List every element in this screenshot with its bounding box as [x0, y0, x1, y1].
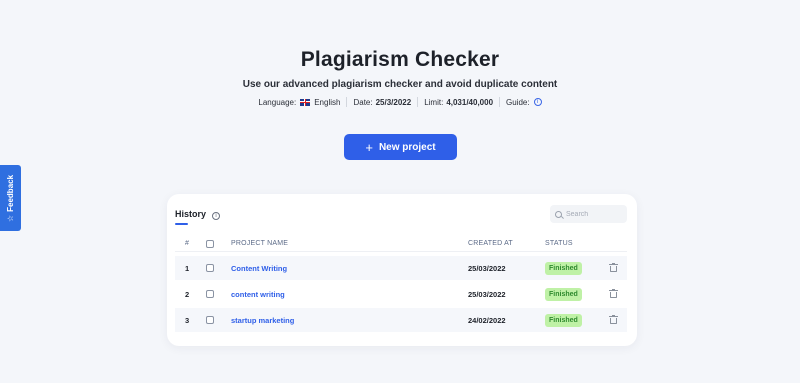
status-badge: Finished	[545, 261, 582, 275]
status-badge: Finished	[545, 313, 582, 327]
search-icon	[555, 210, 562, 218]
row-num: 2	[185, 289, 190, 299]
feedback-label: Feedback	[6, 174, 16, 212]
col-status-header[interactable]: STATUS	[545, 236, 573, 251]
row-num: 3	[185, 315, 190, 325]
search-box[interactable]	[550, 205, 627, 223]
history-tabs: History i	[175, 209, 221, 225]
trash-icon	[609, 315, 618, 324]
new-project-button[interactable]: + New project	[344, 134, 457, 160]
language-selector[interactable]: Language: English	[252, 97, 346, 107]
page-header: Plagiarism Checker Use our advanced plag…	[0, 48, 800, 107]
page-title: Plagiarism Checker	[300, 48, 500, 71]
limit-info: Limit: 4,031/40,000	[417, 97, 499, 107]
language-label: Language:	[258, 97, 297, 107]
row-checkbox[interactable]	[206, 256, 214, 280]
status-badge: Finished	[545, 287, 582, 301]
meta-bar: Language: English Date: 25/3/2022 Limit:…	[0, 97, 800, 107]
delete-button[interactable]	[609, 282, 618, 306]
col-num-header: #	[185, 240, 190, 247]
status-cell: Finished	[545, 308, 582, 332]
language-value: English	[314, 97, 341, 107]
date-label: Date:	[353, 97, 373, 107]
table-row[interactable]: 1 Content Writing 25/03/2022 Finished	[175, 256, 627, 280]
guide-link[interactable]: Guide: i	[499, 97, 548, 107]
plus-icon: +	[365, 139, 373, 155]
feedback-tab[interactable]: ☆ Feedback	[0, 165, 21, 231]
project-name-link[interactable]: startup marketing	[231, 308, 294, 332]
uk-flag-icon	[300, 98, 311, 106]
col-project-name-header[interactable]: PROJECT NAME	[231, 236, 288, 251]
created-at: 25/03/2022	[468, 263, 506, 273]
info-icon[interactable]: i	[533, 98, 542, 106]
table-row[interactable]: 2 content writing 25/03/2022 Finished	[175, 282, 627, 306]
limit-label: Limit:	[424, 97, 444, 107]
delete-button[interactable]	[609, 256, 618, 280]
star-icon: ☆	[6, 214, 16, 222]
delete-button[interactable]	[609, 308, 618, 332]
search-input[interactable]	[566, 210, 621, 218]
col-created-at-header[interactable]: CREATED AT	[468, 236, 513, 251]
date-info: Date: 25/3/2022	[346, 97, 417, 107]
row-num: 1	[185, 263, 190, 273]
row-checkbox[interactable]	[206, 308, 214, 332]
select-all-checkbox[interactable]	[206, 236, 214, 251]
trash-icon	[609, 263, 618, 272]
history-card: History i # PROJECT NAME CREATED AT STAT…	[167, 194, 637, 346]
created-at: 24/02/2022	[468, 315, 506, 325]
project-name-link[interactable]: Content Writing	[231, 256, 287, 280]
table-header: # PROJECT NAME CREATED AT STATUS	[175, 236, 627, 252]
new-project-label: New project	[378, 141, 436, 153]
page-subtitle: Use our advanced plagiarism checker and …	[242, 79, 558, 90]
history-info-icon[interactable]: i	[212, 211, 221, 220]
date-value: 25/3/2022	[375, 97, 412, 107]
trash-icon	[609, 289, 618, 298]
guide-label: Guide:	[506, 97, 530, 107]
limit-value: 4,031/40,000	[446, 97, 494, 107]
row-checkbox[interactable]	[206, 282, 214, 306]
created-at: 25/03/2022	[468, 289, 506, 299]
status-cell: Finished	[545, 282, 582, 306]
tab-history[interactable]: History	[175, 209, 206, 225]
status-cell: Finished	[545, 256, 582, 280]
project-name-link[interactable]: content writing	[231, 282, 285, 306]
table-row[interactable]: 3 startup marketing 24/02/2022 Finished	[175, 308, 627, 332]
